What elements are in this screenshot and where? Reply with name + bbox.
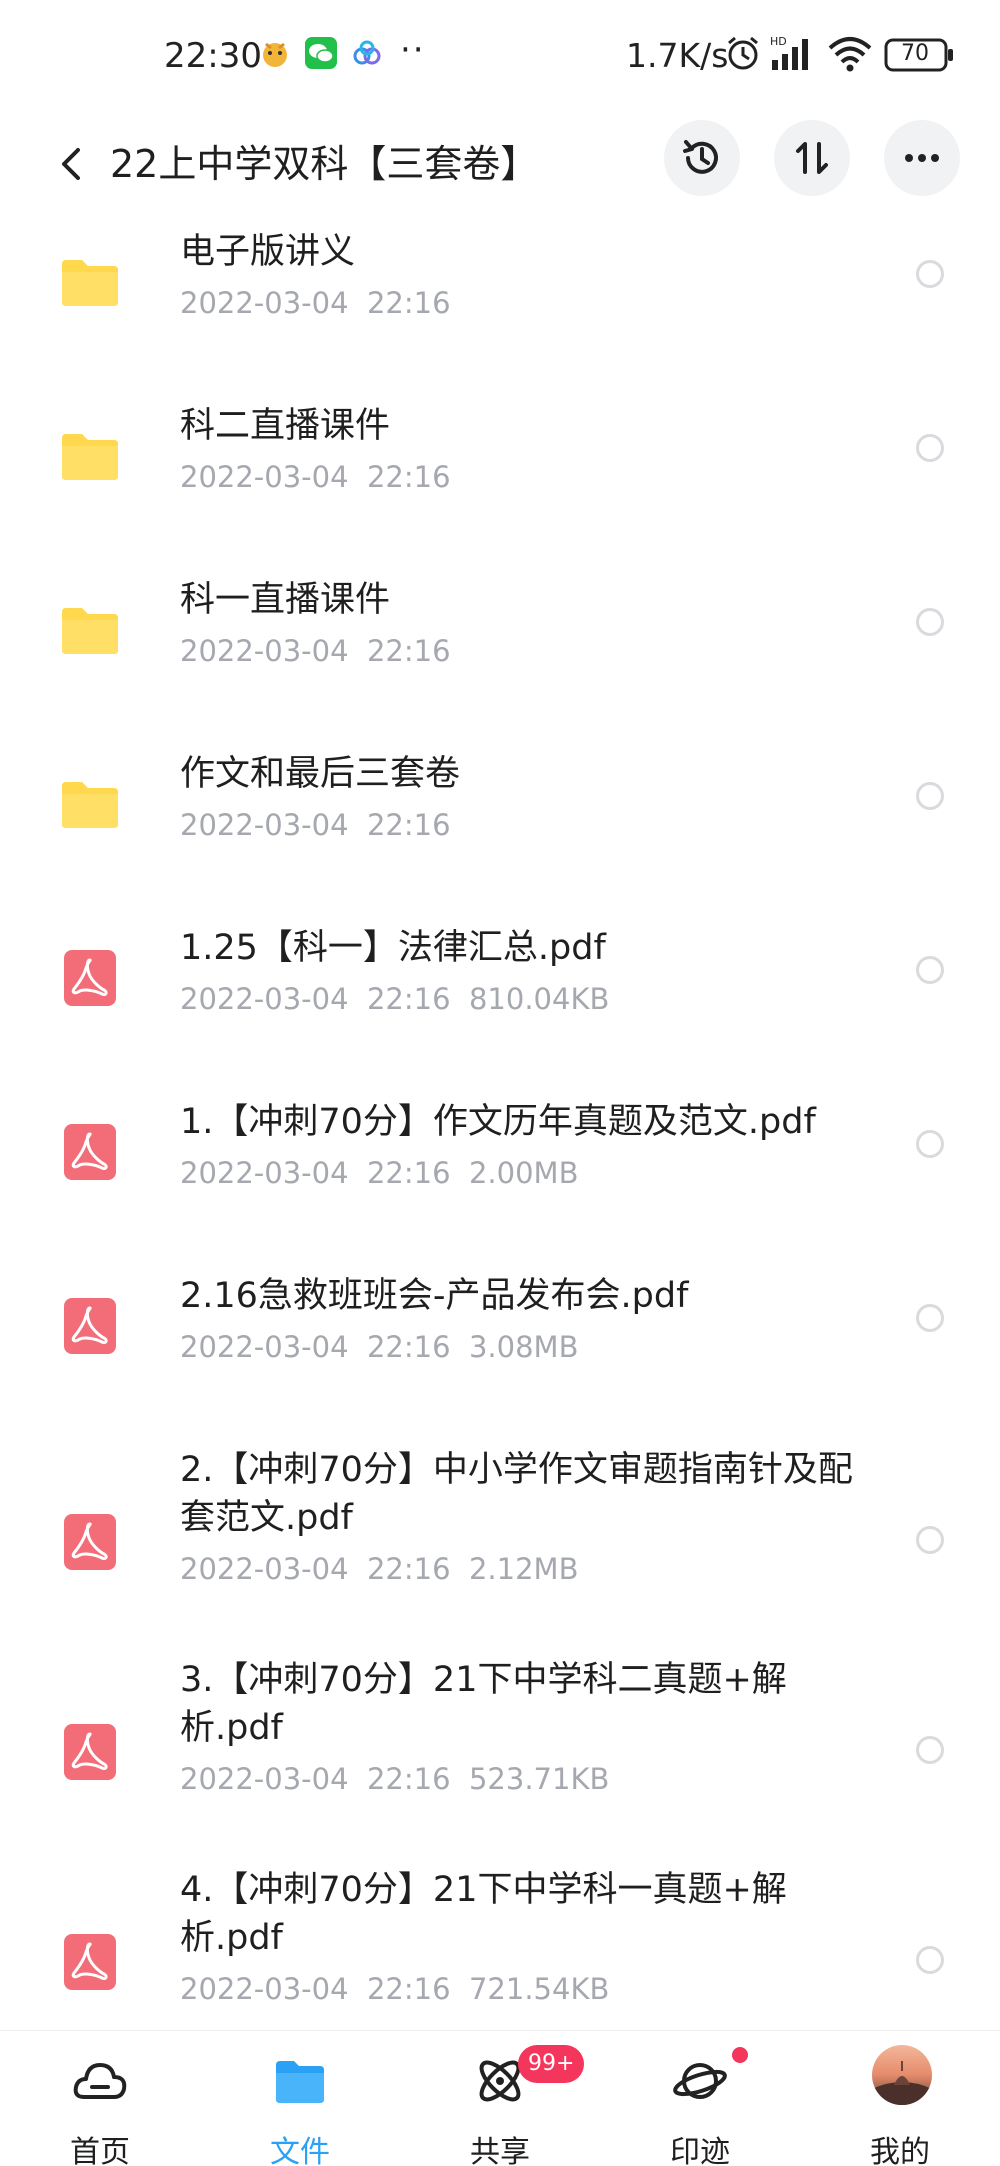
file-list: 电子版讲义 2022-03-04 22:16 科二直播课件 2022-03-04…: [0, 220, 1000, 2030]
file-name: 1.25【科一】法律汇总.pdf: [180, 928, 606, 968]
cloud-app-icon: [353, 40, 381, 65]
history-icon: [683, 140, 718, 174]
file-name: 3.【冲刺70分】21下中学科二真题+解析.pdf: [180, 1660, 787, 1748]
pdf-icon: [64, 1514, 116, 1570]
bottom-navigation: 首页 文件 99+ 共享 印迹 我的: [0, 2030, 1000, 2166]
select-radio[interactable]: [916, 260, 944, 288]
select-radio[interactable]: [916, 608, 944, 636]
pdf-icon: [64, 1724, 116, 1780]
file-meta: 2022-03-04 22:16 2.12MB: [180, 1552, 579, 1586]
nav-label: 首页: [70, 2135, 130, 2166]
list-item[interactable]: 4.【冲刺70分】21下中学科一真题+解析.pdf 2022-03-04 22:…: [0, 1858, 1000, 2030]
back-arrow-icon: [62, 148, 80, 180]
nav-share[interactable]: 99+ 共享: [400, 2031, 600, 2166]
list-item[interactable]: 作文和最后三套卷 2022-03-04 22:16: [0, 742, 1000, 916]
file-name: 科一直播课件: [180, 580, 391, 620]
battery-indicator: 70: [884, 38, 956, 72]
pdf-icon: [64, 950, 116, 1006]
file-name: 4.【冲刺70分】21下中学科一真题+解析.pdf: [180, 1870, 787, 1958]
file-meta: 2022-03-04 22:16 810.04KB: [180, 982, 610, 1016]
list-item[interactable]: 科一直播课件 2022-03-04 22:16: [0, 568, 1000, 742]
file-meta: 2022-03-04 22:16 2.00MB: [180, 1156, 579, 1190]
select-radio[interactable]: [916, 1130, 944, 1158]
notification-dot: [732, 2047, 748, 2063]
history-button[interactable]: [664, 120, 740, 196]
folder-icon: [62, 608, 118, 654]
avatar-image: [872, 2061, 932, 2105]
list-item[interactable]: 3.【冲刺70分】21下中学科二真题+解析.pdf 2022-03-04 22:…: [0, 1648, 1000, 1858]
folder-icon: [62, 260, 118, 306]
alarm-icon: [728, 36, 758, 70]
select-radio[interactable]: [916, 1526, 944, 1554]
more-icon: [905, 154, 939, 162]
planet-icon: [673, 2063, 727, 2099]
status-bar: 22:30 ·· 1.7K/s HD 70: [0, 0, 1000, 110]
file-meta: 2022-03-04 22:16 523.71KB: [180, 1762, 610, 1796]
file-name: 电子版讲义: [180, 232, 356, 272]
file-name: 科二直播课件: [180, 406, 391, 446]
nav-label: 文件: [270, 2135, 330, 2166]
nav-label: 印迹: [670, 2135, 730, 2166]
list-item[interactable]: 1.【冲刺70分】作文历年真题及范文.pdf 2022-03-04 22:16 …: [0, 1090, 1000, 1264]
nav-label: 我的: [870, 2135, 930, 2166]
wifi-icon: [828, 37, 872, 72]
nav-trace[interactable]: 印迹: [600, 2031, 800, 2166]
folder-icon: [62, 782, 118, 828]
pdf-icon: [64, 1934, 116, 1990]
nav-mine[interactable]: 我的: [800, 2031, 1000, 2166]
select-radio[interactable]: [916, 434, 944, 462]
wechat-icon: [305, 37, 337, 69]
pdf-icon: [64, 1124, 116, 1180]
list-item[interactable]: 2.【冲刺70分】中小学作文审题指南针及配套范文.pdf 2022-03-04 …: [0, 1438, 1000, 1648]
file-meta: 2022-03-04 22:16: [180, 808, 451, 842]
file-name: 作文和最后三套卷: [180, 754, 461, 794]
more-button[interactable]: [884, 120, 960, 196]
signal-icon: HD: [770, 35, 808, 70]
file-browser-screen: 22:30 ·· 1.7K/s HD 70 22上中学双科【三套卷】 电子版讲义…: [0, 0, 1000, 2166]
folder-icon: [62, 434, 118, 480]
file-meta: 2022-03-04 22:16: [180, 460, 451, 494]
svg-text:HD: HD: [770, 35, 787, 48]
back-button[interactable]: [40, 132, 104, 196]
select-radio[interactable]: [916, 1304, 944, 1332]
file-meta: 2022-03-04 22:16 3.08MB: [180, 1330, 579, 1364]
select-radio[interactable]: [916, 782, 944, 810]
list-item[interactable]: 科二直播课件 2022-03-04 22:16: [0, 394, 1000, 568]
select-radio[interactable]: [916, 956, 944, 984]
list-item[interactable]: 2.16急救班班会-产品发布会.pdf 2022-03-04 22:16 3.0…: [0, 1264, 1000, 1438]
share-badge: 99+: [518, 2045, 585, 2083]
avatar: [872, 2045, 932, 2105]
battery-level: 70: [901, 41, 929, 66]
network-speed: 1.7K/s: [626, 36, 729, 75]
sort-button[interactable]: [774, 120, 850, 196]
file-name: 2.【冲刺70分】中小学作文审题指南针及配套范文.pdf: [180, 1450, 853, 1538]
nav-home[interactable]: 首页: [0, 2031, 200, 2166]
top-app-bar: 22上中学双科【三套卷】: [0, 110, 1000, 220]
file-name: 1.【冲刺70分】作文历年真题及范文.pdf: [180, 1102, 816, 1142]
pet-app-icon: [263, 42, 287, 67]
list-item[interactable]: 电子版讲义 2022-03-04 22:16: [0, 220, 1000, 394]
folder-icon: [276, 2061, 324, 2103]
select-radio[interactable]: [916, 1946, 944, 1974]
file-name: 2.16急救班班会-产品发布会.pdf: [180, 1276, 689, 1316]
file-meta: 2022-03-04 22:16 721.54KB: [180, 1972, 610, 2006]
folder-title: 22上中学双科【三套卷】: [110, 142, 539, 186]
nav-label: 共享: [470, 2135, 530, 2166]
pdf-icon: [64, 1298, 116, 1354]
select-radio[interactable]: [916, 1736, 944, 1764]
file-meta: 2022-03-04 22:16: [180, 634, 451, 668]
more-notifications: ··: [400, 30, 426, 70]
status-time: 22:30: [164, 36, 262, 76]
list-item[interactable]: 1.25【科一】法律汇总.pdf 2022-03-04 22:16 810.04…: [0, 916, 1000, 1090]
sort-icon: [796, 142, 828, 174]
file-meta: 2022-03-04 22:16: [180, 286, 451, 320]
nav-files[interactable]: 文件: [200, 2031, 400, 2166]
cloud-home-icon: [73, 2063, 127, 2099]
